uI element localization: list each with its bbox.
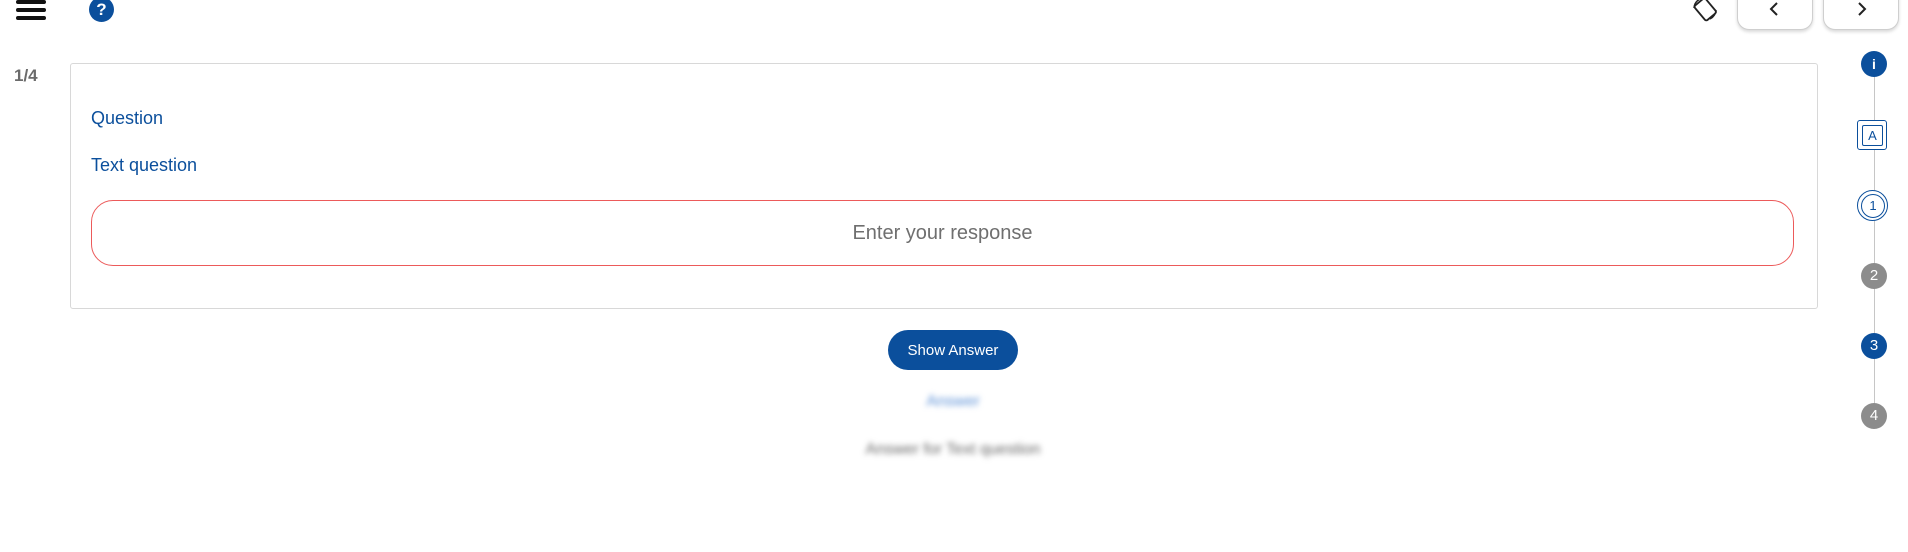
step-a-label: A xyxy=(1862,125,1883,146)
step-1-label: 1 xyxy=(1861,194,1885,218)
stepper-line xyxy=(1874,64,1875,418)
response-input[interactable] xyxy=(91,200,1794,266)
previous-button[interactable] xyxy=(1737,0,1813,30)
step-1[interactable]: 1 xyxy=(1857,190,1888,221)
question-card: Question Text question xyxy=(70,63,1818,309)
show-answer-button[interactable]: Show Answer xyxy=(888,330,1018,370)
step-4[interactable]: 4 xyxy=(1861,403,1887,429)
question-counter: 1/4 xyxy=(14,66,38,85)
help-icon[interactable]: ? xyxy=(89,0,114,22)
chevron-left-icon xyxy=(1769,2,1778,16)
answer-text: Answer for Text question xyxy=(865,441,1041,458)
next-button[interactable] xyxy=(1823,0,1899,30)
question-text: Text question xyxy=(91,155,198,175)
question-title: Question xyxy=(91,108,164,128)
step-2[interactable]: 2 xyxy=(1861,263,1887,289)
menu-icon[interactable] xyxy=(16,0,46,22)
chevron-right-icon xyxy=(1858,2,1867,16)
answer-label: Answer xyxy=(926,393,980,410)
step-3[interactable]: 3 xyxy=(1861,333,1887,359)
screen-rotation-icon[interactable] xyxy=(1690,0,1720,22)
step-a[interactable]: A xyxy=(1857,120,1887,150)
step-info[interactable]: i xyxy=(1861,51,1887,77)
